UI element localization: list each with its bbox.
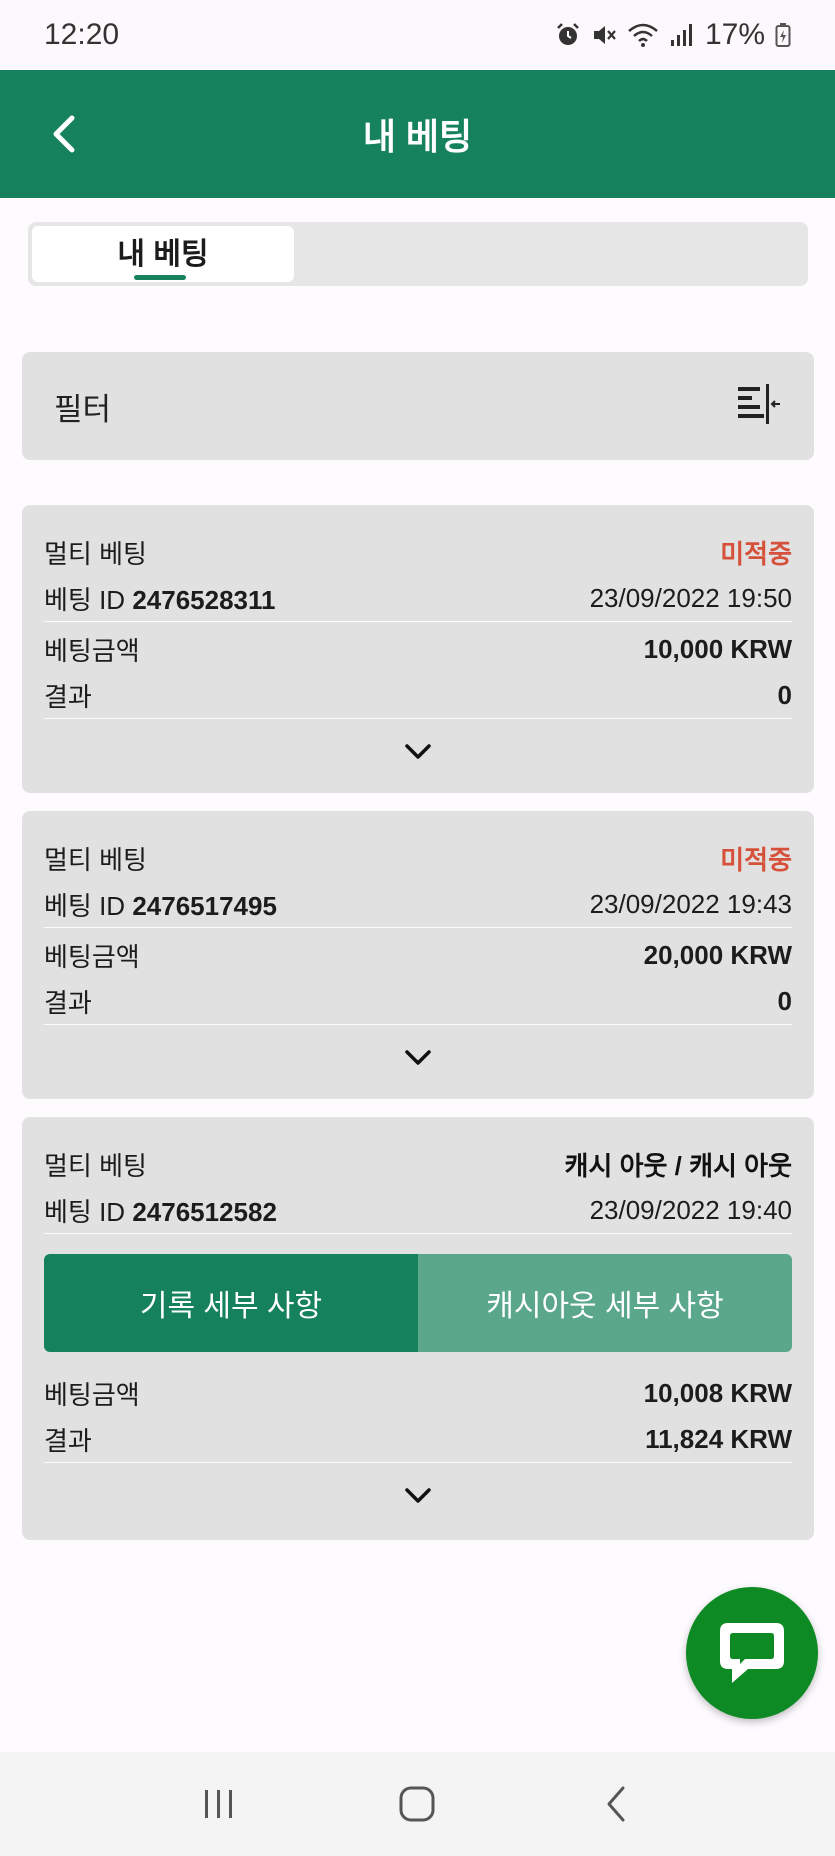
system-nav-bar — [0, 1752, 835, 1856]
home-icon — [399, 1786, 435, 1822]
back-nav-button[interactable] — [576, 1774, 656, 1834]
divider — [44, 621, 792, 622]
battery-percent: 17% — [704, 18, 765, 51]
amount-value: 10,008 KRW — [643, 1377, 792, 1408]
tab-my-bets[interactable]: 내 베팅 — [32, 226, 294, 282]
chevron-down-icon — [405, 1050, 431, 1065]
filter-label: 필터 — [54, 391, 112, 427]
cashout-details-button[interactable]: 캐시아웃 세부 사항 — [418, 1254, 792, 1352]
expand-button[interactable] — [44, 1463, 792, 1529]
tab-active-indicator — [134, 275, 186, 280]
mute-icon — [591, 22, 617, 48]
bet-type: 멀티 베팅 — [44, 844, 147, 875]
tab-label: 내 베팅 — [117, 238, 209, 271]
status-bar: 12:20 17% — [0, 0, 835, 70]
status-badge: 미적중 — [720, 538, 792, 569]
home-button[interactable] — [377, 1774, 457, 1834]
result-label: 결과 — [44, 987, 92, 1018]
bet-id-label: 베팅 ID — [44, 890, 126, 921]
recent-apps-button[interactable] — [179, 1774, 259, 1834]
chevron-down-icon — [405, 744, 431, 759]
bet-type: 멀티 베팅 — [44, 538, 147, 569]
chat-button[interactable] — [686, 1587, 818, 1719]
bet-datetime: 23/09/2022 19:50 — [589, 582, 792, 613]
back-button[interactable] — [44, 110, 84, 158]
amount-label: 베팅금액 — [44, 941, 140, 972]
bet-id-label: 베팅 ID — [44, 1196, 126, 1227]
signal-icon — [669, 22, 695, 48]
bet-datetime: 23/09/2022 19:43 — [589, 888, 792, 919]
bet-card: 멀티 베팅 미적중 베팅 ID 2476517495 23/09/2022 19… — [22, 811, 814, 1099]
alarm-icon — [555, 22, 581, 48]
amount-label: 베팅금액 — [44, 635, 140, 666]
bet-card: 멀티 베팅 미적중 베팅 ID 2476528311 23/09/2022 19… — [22, 505, 814, 793]
divider — [44, 1233, 792, 1234]
result-label: 결과 — [44, 681, 92, 712]
chevron-left-icon — [53, 115, 75, 153]
recent-apps-icon — [205, 1790, 233, 1818]
result-value: 11,824 KRW — [645, 1423, 792, 1454]
filter-bar[interactable]: 필터 — [22, 352, 814, 460]
battery-charging-icon — [775, 22, 791, 48]
divider — [44, 927, 792, 928]
result-value: 0 — [777, 985, 792, 1016]
amount-label: 베팅금액 — [44, 1379, 140, 1410]
app-bar: 내 베팅 — [0, 70, 835, 198]
bet-id-label: 베팅 ID — [44, 584, 126, 615]
tab-bar: 내 베팅 — [28, 222, 808, 286]
status-time: 12:20 — [44, 18, 120, 51]
history-details-button[interactable]: 기록 세부 사항 — [44, 1254, 418, 1352]
page-title: 내 베팅 — [362, 116, 473, 157]
chat-bubble-icon — [720, 1623, 784, 1683]
amount-value: 20,000 KRW — [643, 939, 792, 970]
detail-buttons: 기록 세부 사항 캐시아웃 세부 사항 — [44, 1254, 792, 1352]
wifi-icon — [627, 22, 659, 48]
bet-id: 2476517495 — [132, 890, 277, 921]
bet-type: 멀티 베팅 — [44, 1150, 147, 1181]
result-label: 결과 — [44, 1425, 92, 1456]
bet-id: 2476512582 — [132, 1196, 277, 1227]
amount-value: 10,000 KRW — [643, 633, 792, 664]
bet-id: 2476528311 — [132, 584, 276, 615]
bet-card: 멀티 베팅 캐시 아웃 / 캐시 아웃 베팅 ID 2476512582 23/… — [22, 1117, 814, 1540]
chevron-down-icon — [405, 1488, 431, 1503]
expand-button[interactable] — [44, 1025, 792, 1091]
result-value: 0 — [777, 679, 792, 710]
filter-collapse-icon[interactable] — [736, 383, 782, 429]
expand-button[interactable] — [44, 719, 792, 785]
status-badge: 캐시 아웃 / 캐시 아웃 — [564, 1150, 792, 1181]
back-nav-icon — [607, 1786, 625, 1822]
bet-datetime: 23/09/2022 19:40 — [589, 1194, 792, 1225]
status-badge: 미적중 — [720, 844, 792, 875]
status-icons: 17% — [555, 18, 791, 52]
